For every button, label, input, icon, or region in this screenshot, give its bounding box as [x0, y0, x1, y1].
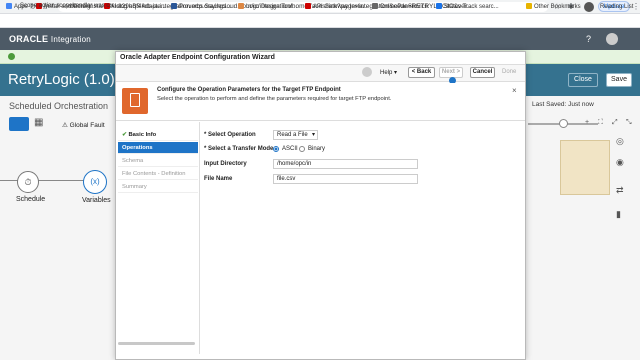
step-summary[interactable]: Summary: [118, 181, 198, 193]
bookmark-other[interactable]: Other Bookmarks: [526, 3, 581, 11]
schedule-node[interactable]: ⏱: [17, 171, 39, 193]
collapse-x-icon[interactable]: ×: [512, 86, 517, 95]
bookmark-icon: [372, 3, 378, 9]
save-button[interactable]: Save: [606, 73, 632, 87]
collapse-icon[interactable]: ⤡: [626, 119, 632, 127]
integration-title: RetryLogic (1.0): [8, 71, 115, 88]
zoom-in-icon[interactable]: +: [585, 119, 589, 126]
bookmark-icon: [171, 3, 177, 9]
bookmark-item[interactable]: Logo Design Tool...: [238, 3, 297, 11]
wizard-avatar-icon: [362, 67, 372, 77]
layout-icon[interactable]: [9, 117, 29, 131]
variables-node[interactable]: (x): [83, 170, 107, 194]
grid-icon[interactable]: ▦: [34, 117, 43, 128]
binary-radio[interactable]: [299, 146, 305, 152]
bookmark-item[interactable]: API Gateway Insta...: [305, 3, 368, 11]
global-fault-link[interactable]: ⚠ Global Fault: [62, 121, 105, 129]
select-operation-label: * Select Operation: [204, 132, 256, 138]
wizard-toolbar: [116, 64, 525, 82]
last-saved-status: Last Saved: Just now: [532, 101, 594, 108]
transfer-mode-label: * Select a Transfer Mode: [204, 146, 274, 152]
success-icon: [8, 53, 15, 60]
file-name-field[interactable]: file.csv: [273, 174, 418, 184]
ascii-radio[interactable]: [273, 146, 279, 152]
step-schema[interactable]: Schema: [118, 155, 198, 167]
file-name-label: File Name: [204, 176, 233, 182]
reading-list[interactable]: Reading List: [600, 3, 633, 11]
intro-description: Select the operation to perform and defi…: [157, 96, 392, 102]
input-directory-label: Input Directory: [204, 161, 247, 167]
profile-avatar[interactable]: [584, 2, 594, 12]
notification-text: Scope action scopehandler was cre: [20, 3, 115, 9]
canvas-title: Scheduled Orchestration: [9, 101, 109, 111]
bookmark-icon: [238, 3, 244, 9]
app-header: [0, 28, 640, 50]
oracle-icon: [305, 3, 311, 9]
bookmark-item[interactable]: Status Track searc...: [436, 3, 499, 11]
bookmark-item[interactable]: Proverbs Sayings...: [171, 3, 231, 11]
variables-label: Variables: [82, 197, 111, 204]
cancel-button[interactable]: Cancel: [470, 67, 495, 78]
flow-icon[interactable]: ⇄: [616, 185, 624, 196]
ascii-label: ASCII: [282, 146, 298, 152]
intro-title: Configure the Operation Parameters for t…: [157, 87, 341, 93]
fit-screen-icon[interactable]: ⛶: [598, 119, 603, 127]
step-basic-info[interactable]: ✔ Basic Info: [118, 129, 198, 141]
input-directory-field[interactable]: /home/opc/in: [273, 159, 418, 169]
user-avatar[interactable]: [606, 33, 618, 45]
step-operations[interactable]: Operations: [118, 142, 198, 154]
done-button[interactable]: Done: [502, 69, 516, 75]
expand-icon[interactable]: ⤢: [612, 119, 618, 127]
tracking-icon[interactable]: ◉: [616, 157, 624, 168]
bookmark-item[interactable]: OnlinePanService: [372, 3, 428, 11]
operations-form: [199, 122, 519, 354]
zoom-slider-thumb[interactable]: [559, 119, 568, 128]
target-icon[interactable]: ◎: [616, 136, 624, 147]
back-button[interactable]: < Back: [408, 67, 435, 78]
wizard-title: Oracle Adapter Endpoint Configuration Wi…: [120, 54, 275, 61]
canvas-minimap[interactable]: [560, 140, 610, 195]
chevron-down-icon: ▾: [311, 132, 315, 138]
help-menu[interactable]: Help ▾: [380, 69, 397, 76]
checkmark-icon: ✔: [122, 132, 127, 138]
step-file-contents[interactable]: File Contents - Definition: [118, 168, 198, 180]
close-button[interactable]: Close: [568, 73, 598, 87]
oracle-logo: ORACLE Integration: [9, 34, 91, 44]
select-operation-dropdown[interactable]: Read a File ▾: [273, 130, 318, 140]
folder-icon: [526, 3, 532, 9]
help-circle-icon[interactable]: ?: [586, 34, 591, 44]
steps-scrollbar[interactable]: [118, 342, 195, 345]
document-icon: [130, 93, 140, 107]
binary-label: Binary: [308, 146, 326, 152]
chart-icon[interactable]: ▮: [616, 209, 621, 220]
schedule-label: Schedule: [16, 196, 46, 203]
apps-grid-icon: [6, 3, 12, 9]
bookmarks-bar: [0, 14, 640, 28]
bookmark-icon: [436, 3, 442, 9]
